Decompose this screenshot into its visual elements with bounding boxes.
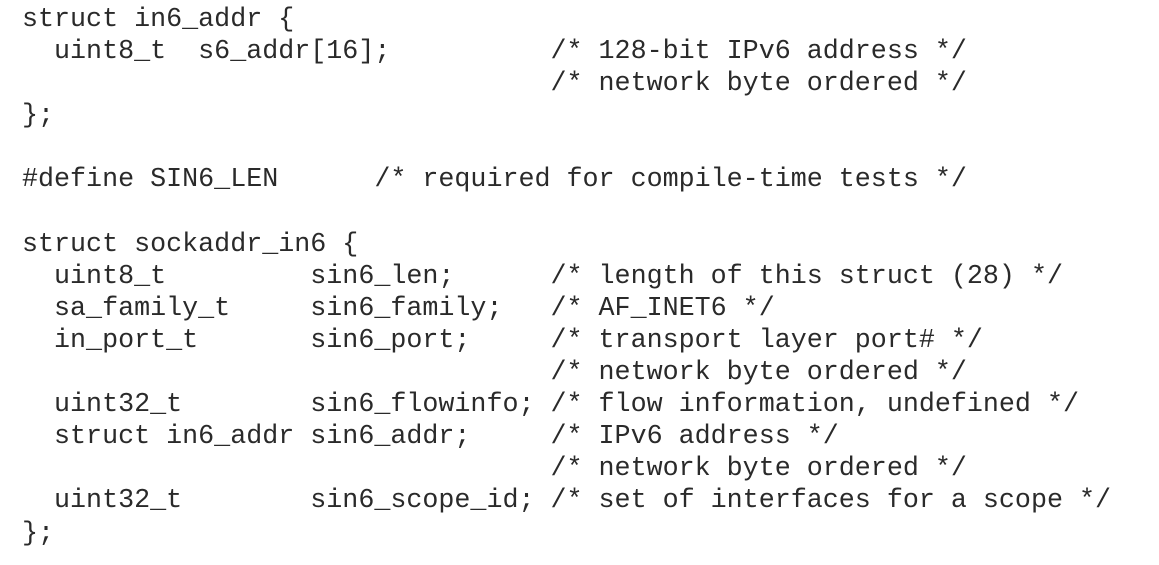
code-line: }; [22,518,55,549]
code-line: struct sockaddr_in6 { [22,229,359,260]
code-line: #define SIN6_LEN /* required for compile… [22,165,967,196]
code-line: uint8_t sin6_len; /* length of this stru… [22,261,1063,292]
code-line: uint32_t sin6_scope_id; /* set of interf… [22,486,1112,517]
code-line: struct in6_addr { [22,5,295,35]
code-line: in_port_t sin6_port; /* transport layer … [22,325,983,356]
code-line: /* network byte ordered */ [22,69,967,100]
code-line: sa_family_t sin6_family; /* AF_INET6 */ [22,293,775,324]
code-line: struct in6_addr sin6_addr; /* IPv6 addre… [22,422,839,453]
code-line: uint8_t s6_addr[16]; /* 128-bit IPv6 add… [22,37,967,68]
code-line: /* network byte ordered */ [22,454,967,485]
code-line: uint32_t sin6_flowinfo; /* flow informat… [22,390,1079,421]
code-line: /* network byte ordered */ [22,358,967,389]
code-line: }; [22,101,55,132]
code-listing: struct in6_addr { uint8_t s6_addr[16]; /… [0,0,1159,550]
